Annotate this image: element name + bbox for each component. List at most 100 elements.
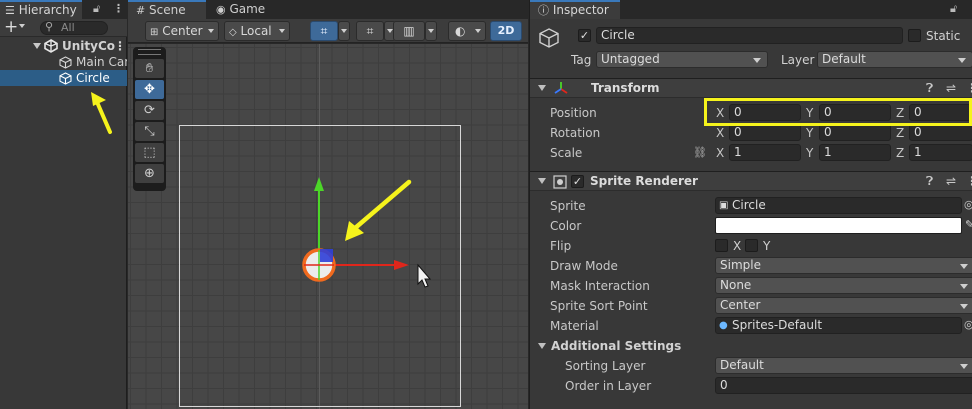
help-icon[interactable]: ❓︎ <box>926 81 933 96</box>
move-tool-button[interactable]: ✥ <box>135 80 164 99</box>
tag-dropdown[interactable]: Untagged <box>596 51 768 68</box>
scale-z-field[interactable]: 1 <box>909 144 972 161</box>
hierarchy-item-scene[interactable]: UnityCo ⋮ <box>0 38 127 54</box>
sprite-object-field[interactable]: ▣ Circle <box>715 197 962 214</box>
object-active-checkbox[interactable]: ✓ <box>578 29 591 42</box>
scale-y-field[interactable]: 1 <box>819 144 891 161</box>
scene-viewport[interactable] <box>128 44 528 409</box>
ruler-button[interactable]: ▥ <box>393 21 425 41</box>
gizmo-y-arrowhead[interactable] <box>314 177 324 191</box>
lock-icon[interactable]: 🔓︎ <box>950 1 957 17</box>
tab-inspector[interactable]: ⓘ Inspector <box>530 0 620 19</box>
sprite-renderer-header[interactable]: ✓ Sprite Renderer ❓︎ ⇌ ⋮ <box>530 171 972 191</box>
toggle-2d-label: 2D <box>497 24 515 37</box>
foldout-arrow-icon[interactable] <box>538 178 546 184</box>
object-picker-icon[interactable]: ◎ <box>964 318 972 331</box>
foldout-arrow-icon[interactable] <box>33 43 41 49</box>
increment-snap-button[interactable]: ⌗ <box>356 21 384 41</box>
object-name-field[interactable]: Circle <box>596 27 903 44</box>
toggle-2d-button[interactable]: 2D <box>490 21 522 41</box>
tag-value: Untagged <box>601 52 660 66</box>
rotation-z-label: Z <box>896 126 905 140</box>
hand-tool-button[interactable]: ✋︎ <box>135 59 164 78</box>
shading-mode-icon: ◐ <box>455 24 466 38</box>
mask-interaction-label: Mask Interaction <box>550 279 650 293</box>
pivot-mode-dropdown[interactable]: ⊞ Center <box>145 21 219 41</box>
draw-mode-value: Simple <box>720 258 761 272</box>
chevron-down-icon <box>960 304 968 309</box>
space-mode-dropdown[interactable]: ◇ Local <box>224 21 290 41</box>
flip-y-checkbox[interactable] <box>745 239 758 252</box>
rotation-z-field[interactable]: 0 <box>909 124 972 141</box>
search-icon: ⚲ <box>45 20 54 33</box>
cube-icon <box>59 54 72 70</box>
layer-value: Default <box>822 52 866 66</box>
foldout-arrow-icon[interactable] <box>538 343 546 349</box>
color-label: Color <box>550 219 582 233</box>
hierarchy-item-label: Circle <box>76 71 110 85</box>
sprite-value: Circle <box>732 198 766 212</box>
rotation-x-field[interactable]: 0 <box>729 124 801 141</box>
rotate-tool-button[interactable]: ⟳ <box>135 101 164 120</box>
sprite-renderer-enabled-checkbox[interactable]: ✓ <box>571 175 584 188</box>
rotation-y-label: Y <box>806 126 814 140</box>
grid-snap-button[interactable]: ⌗ <box>310 21 338 41</box>
inspector-tabbar: ⓘ Inspector 🔓︎ <box>530 0 972 19</box>
hierarchy-item-main-camera[interactable]: Main Cam <box>0 54 127 70</box>
help-icon[interactable]: ❓︎ <box>926 174 933 189</box>
rotation-y-field[interactable]: 0 <box>819 124 891 141</box>
hierarchy-item-circle[interactable]: Circle <box>0 70 127 86</box>
tab-scene[interactable]: # Scene <box>128 0 206 19</box>
gizmo-plane-handle[interactable] <box>320 249 333 262</box>
draw-mode-dropdown[interactable]: ◐ <box>448 21 486 41</box>
add-object-button[interactable]: + <box>4 17 18 37</box>
mask-interaction-dropdown[interactable]: None <box>715 277 972 294</box>
transform-header[interactable]: Transform ❓︎ ⇌ ⋮ <box>530 78 972 98</box>
palette-grip[interactable] <box>138 49 161 55</box>
ruler-icon: ▥ <box>403 24 415 38</box>
hierarchy-item-label: Main Cam <box>76 55 127 69</box>
chevron-down-icon <box>341 29 347 33</box>
rotation-y-value: 0 <box>824 125 832 139</box>
color-swatch[interactable] <box>715 217 962 234</box>
scale-tool-button[interactable]: ⤡ <box>135 122 164 141</box>
lock-icon[interactable]: 🔓︎ <box>93 1 100 17</box>
gizmo-x-arrowhead[interactable] <box>394 260 409 270</box>
sorting-layer-dropdown[interactable]: Default <box>715 357 972 374</box>
hierarchy-search-input[interactable]: ⚲ All <box>40 21 108 35</box>
constrain-proportions-icon[interactable]: ⛓︎ <box>693 146 707 159</box>
grid-snap-menu-button[interactable] <box>338 21 350 41</box>
more-options-icon[interactable]: ⋮ <box>966 174 972 188</box>
material-object-field[interactable]: ● Sprites-Default <box>715 317 962 334</box>
scale-x-field[interactable]: 1 <box>729 144 801 161</box>
ruler-menu-button[interactable] <box>425 21 437 41</box>
rect-tool-button[interactable]: ⬚ <box>135 143 164 162</box>
move-gizmo[interactable] <box>128 44 528 409</box>
draw-mode-dropdown[interactable]: Simple <box>715 257 972 274</box>
transform-tool-button[interactable]: ⊕ <box>135 164 164 183</box>
sprite-sort-point-dropdown[interactable]: Center <box>715 297 972 314</box>
more-options-icon[interactable]: ⋮ <box>113 1 124 17</box>
object-picker-icon[interactable]: ◎ <box>964 198 972 211</box>
static-checkbox[interactable] <box>908 29 921 42</box>
foldout-arrow-icon[interactable] <box>538 85 546 91</box>
transform-title: Transform <box>591 81 660 95</box>
flip-x-checkbox[interactable] <box>715 239 728 252</box>
additional-settings-title[interactable]: Additional Settings <box>551 339 681 353</box>
tab-game[interactable]: ◉ Game <box>208 0 278 19</box>
unity-scene-icon <box>44 38 58 54</box>
scene-tabbar: # Scene ◉ Game <box>128 0 528 19</box>
more-options-icon[interactable]: ⋮ <box>966 81 972 95</box>
preset-icon[interactable]: ⇌ <box>946 174 956 188</box>
gamepad-icon: ◉ <box>216 3 226 16</box>
layer-dropdown[interactable]: Default <box>817 51 972 68</box>
chevron-down-icon[interactable] <box>19 24 25 28</box>
preset-icon[interactable]: ⇌ <box>946 81 956 95</box>
scene-toolbar: ⊞ Center ◇ Local ⌗ ⌗ ▥ ◐ 2D <box>128 19 528 43</box>
chevron-down-icon <box>279 29 285 33</box>
eyedropper-icon[interactable]: ✎ <box>965 218 972 231</box>
sprite-sort-point-label: Sprite Sort Point <box>550 299 648 313</box>
tab-scene-label: Scene <box>149 3 186 17</box>
order-in-layer-field[interactable]: 0 <box>715 377 972 394</box>
more-options-icon[interactable]: ⋮ <box>114 38 126 54</box>
